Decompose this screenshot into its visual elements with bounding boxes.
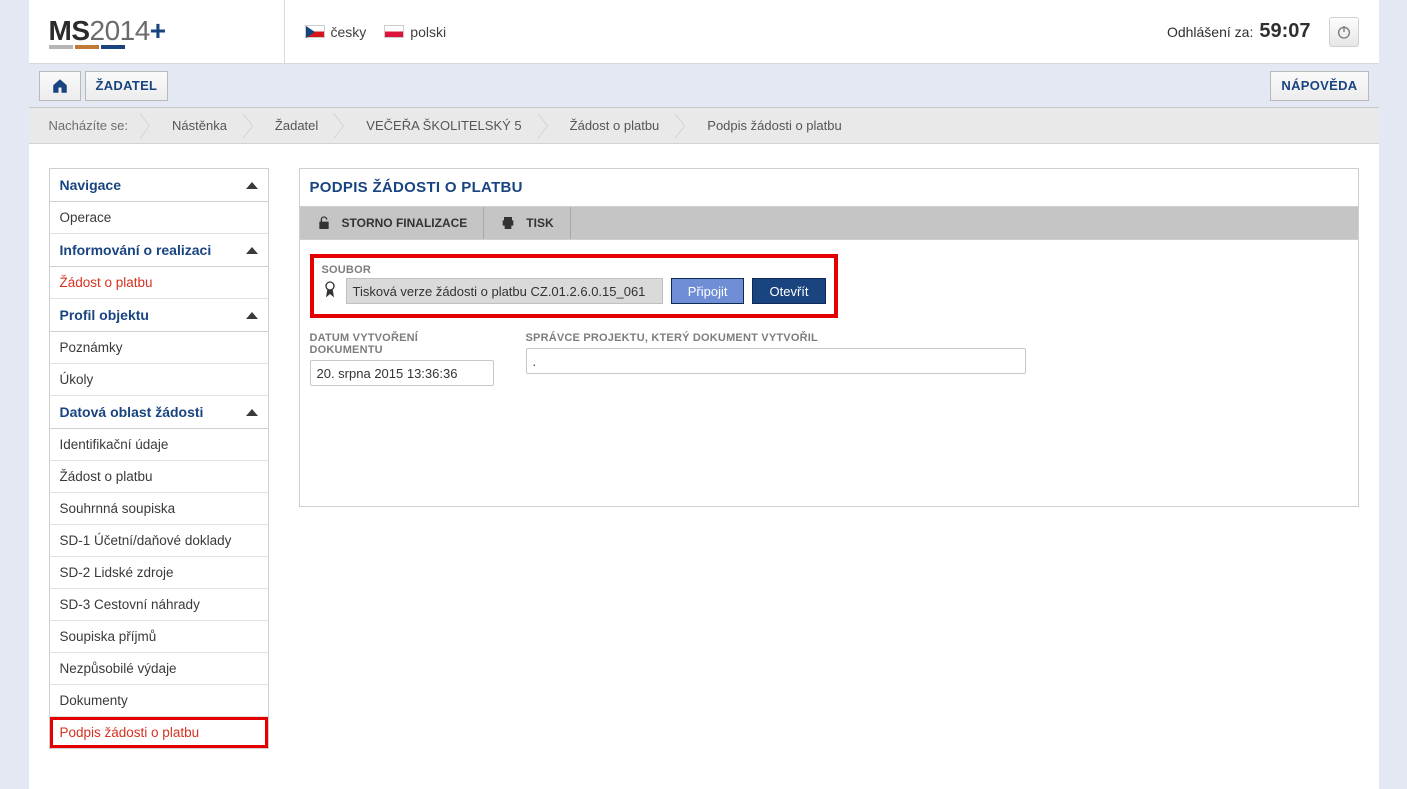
app-logo: MS2014+ <box>29 15 284 47</box>
toolbar: STORNO FINALIZACE TISK <box>299 206 1359 240</box>
tisk-button[interactable]: TISK <box>484 207 570 239</box>
applicant-button[interactable]: ŽADATEL <box>85 71 169 101</box>
chevron-up-icon <box>246 409 258 416</box>
sidebar-section-navigace[interactable]: Navigace <box>50 169 268 202</box>
page-title: PODPIS ŽÁDOSTI O PLATBU <box>299 168 1359 206</box>
unlock-icon <box>316 215 332 231</box>
home-icon <box>51 77 69 95</box>
breadcrumb-item: Podpis žádosti o platbu <box>685 112 857 140</box>
file-name-display: Tisková verze žádosti o platbu CZ.01.2.6… <box>346 278 663 304</box>
lang-polish[interactable]: polski <box>384 24 446 40</box>
sidebar-item-nezpusobile-vydaje[interactable]: Nezpůsobilé výdaje <box>50 653 268 685</box>
sidebar-item-operace[interactable]: Operace <box>50 202 268 234</box>
sidebar-item-poznamky[interactable]: Poznámky <box>50 332 268 364</box>
chevron-up-icon <box>246 182 258 189</box>
sidebar-section-profil[interactable]: Profil objektu <box>50 299 268 332</box>
open-button[interactable]: Otevřít <box>752 278 825 304</box>
sidebar-item-sd2[interactable]: SD-2 Lidské zdroje <box>50 557 268 589</box>
breadcrumb-item[interactable]: Žadatel <box>253 112 334 140</box>
breadcrumb-item[interactable]: Nástěnka <box>150 112 243 140</box>
sidebar-item-sd3[interactable]: SD-3 Cestovní náhrady <box>50 589 268 621</box>
sidebar-section-informovani[interactable]: Informování o realizaci <box>50 234 268 267</box>
top-bar: MS2014+ česky polski Odhlášení za: 59:07 <box>29 0 1379 64</box>
admin-label: SPRÁVCE PROJEKTU, KTERÝ DOKUMENT VYTVOŘI… <box>526 332 1026 344</box>
sidebar-item-dokumenty[interactable]: Dokumenty <box>50 685 268 717</box>
home-button[interactable] <box>39 71 81 101</box>
breadcrumb-item[interactable]: Žádost o platbu <box>548 112 676 140</box>
breadcrumb-lead: Nacházíte se: <box>49 118 129 133</box>
logout-button[interactable] <box>1329 17 1359 47</box>
print-icon <box>500 215 516 231</box>
flag-pl-icon <box>384 25 404 38</box>
lang-czech[interactable]: česky <box>305 24 367 40</box>
soubor-section: SOUBOR Tisková verze žádosti o platbu CZ… <box>310 254 838 318</box>
sidebar-item-ukoly[interactable]: Úkoly <box>50 364 268 396</box>
date-created-label: DATUM VYTVOŘENÍ DOKUMENTU <box>310 332 494 356</box>
sidebar-item-soupiska-prijmu[interactable]: Soupiska příjmů <box>50 621 268 653</box>
attach-button[interactable]: Připojit <box>671 278 745 304</box>
sidebar-item-sd1[interactable]: SD-1 Účetní/daňové doklady <box>50 525 268 557</box>
certificate-icon <box>322 280 338 303</box>
nav-bar: ŽADATEL NÁPOVĚDA <box>29 64 1379 108</box>
sidebar-item-podpis-zadosti[interactable]: Podpis žádosti o platbu <box>50 717 268 748</box>
main-panel: PODPIS ŽÁDOSTI O PLATBU STORNO FINALIZAC… <box>299 168 1359 507</box>
sidebar-item-identifikacni-udaje[interactable]: Identifikační údaje <box>50 429 268 461</box>
breadcrumb-item[interactable]: VEČEŘA ŠKOLITELSKÝ 5 <box>344 112 537 140</box>
storno-finalizace-button[interactable]: STORNO FINALIZACE <box>300 207 485 239</box>
sidebar-section-datova-oblast[interactable]: Datová oblast žádosti <box>50 396 268 429</box>
soubor-label: SOUBOR <box>322 264 826 276</box>
chevron-up-icon <box>246 247 258 254</box>
admin-field[interactable] <box>526 348 1026 374</box>
power-icon <box>1336 24 1352 40</box>
date-created-field[interactable] <box>310 360 494 386</box>
sidebar-item-zadost-o-platbu-2[interactable]: Žádost o platbu <box>50 461 268 493</box>
chevron-up-icon <box>246 312 258 319</box>
breadcrumb: Nacházíte se: Nástěnka Žadatel VEČEŘA ŠK… <box>29 108 1379 144</box>
sidebar-item-souhrnna-soupiska[interactable]: Souhrnná soupiska <box>50 493 268 525</box>
flag-cz-icon <box>305 25 325 38</box>
sidebar: Navigace Operace Informování o realizaci… <box>49 168 269 749</box>
sidebar-item-zadost-o-platbu[interactable]: Žádost o platbu <box>50 267 268 299</box>
logout-timer: Odhlášení za: 59:07 <box>1167 20 1311 43</box>
help-button[interactable]: NÁPOVĚDA <box>1270 71 1368 101</box>
